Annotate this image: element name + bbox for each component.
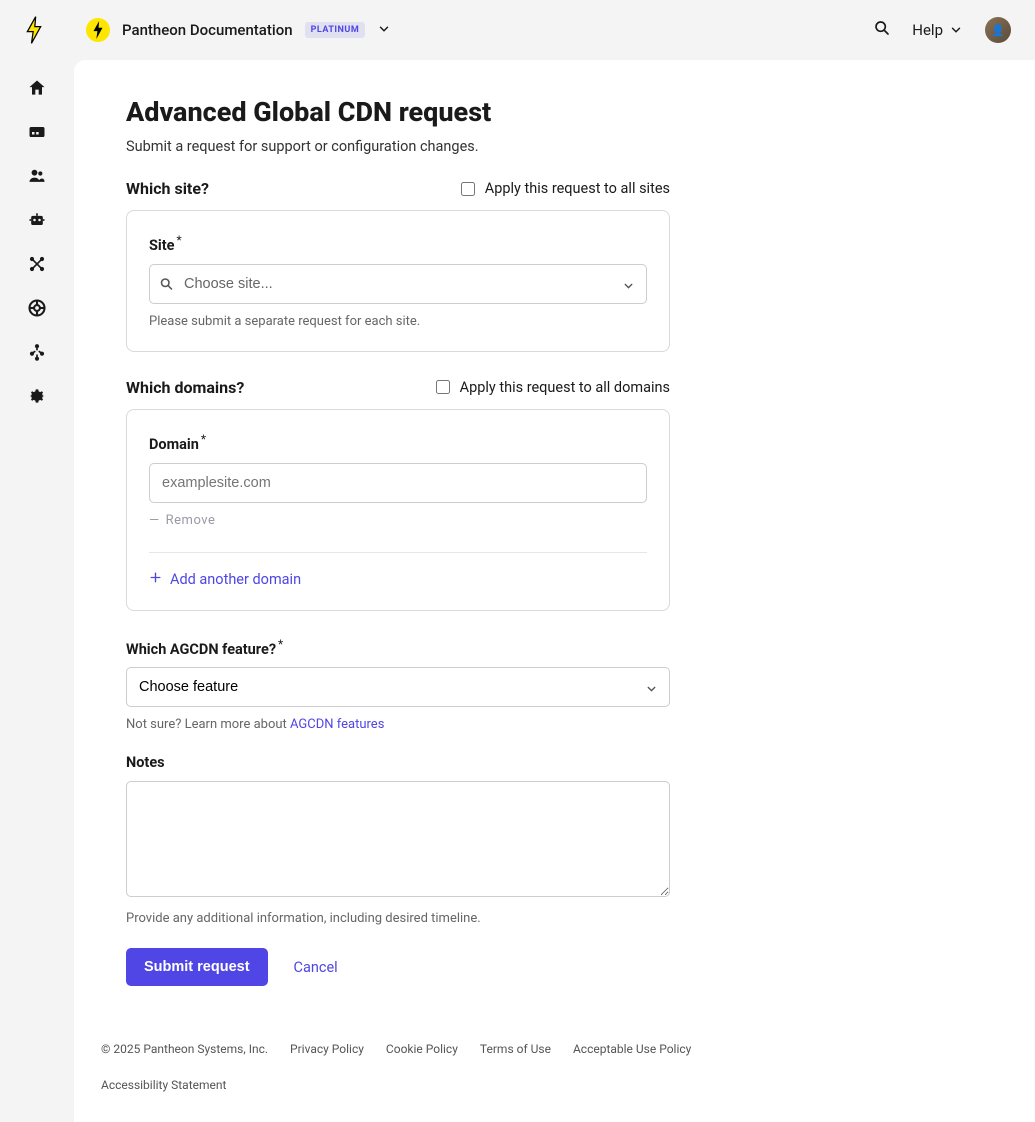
- footer-link[interactable]: Privacy Policy: [290, 1042, 364, 1056]
- workspace-switcher-chevron[interactable]: [377, 21, 391, 40]
- sidebar: [0, 60, 74, 1122]
- domain-section-heading: Which domains?: [126, 378, 244, 397]
- notes-textarea[interactable]: [126, 781, 670, 897]
- domain-field-label: Domain*: [149, 432, 647, 453]
- apply-all-domains-label: Apply this request to all domains: [460, 379, 670, 396]
- help-menu[interactable]: Help: [912, 21, 963, 39]
- footer-link[interactable]: Terms of Use: [480, 1042, 551, 1056]
- sidebar-sites[interactable]: [27, 122, 47, 142]
- apply-all-sites-label: Apply this request to all sites: [485, 180, 670, 197]
- site-help-text: Please submit a separate request for eac…: [149, 314, 647, 329]
- workspace-name[interactable]: Pantheon Documentation: [122, 21, 293, 39]
- footer: © 2025 Pantheon Systems, Inc. Privacy Po…: [101, 1042, 798, 1092]
- apply-all-domains-checkbox[interactable]: [436, 380, 450, 394]
- apply-all-sites-checkbox[interactable]: [461, 182, 475, 196]
- search-icon: [159, 276, 174, 291]
- agcdn-features-link[interactable]: AGCDN features: [290, 717, 384, 732]
- site-panel: Site* Choose site... Please submit a sep…: [126, 210, 670, 352]
- page-subtitle: Submit a request for support or configur…: [126, 138, 798, 155]
- sidebar-settings[interactable]: [27, 386, 47, 406]
- footer-link[interactable]: Cookie Policy: [386, 1042, 458, 1056]
- footer-link[interactable]: Accessibility Statement: [101, 1078, 226, 1092]
- app-logo[interactable]: [24, 16, 44, 44]
- submit-button[interactable]: Submit request: [126, 948, 268, 986]
- chevron-down-icon: [949, 23, 963, 37]
- sidebar-edge[interactable]: [27, 254, 47, 274]
- footer-link[interactable]: Acceptable Use Policy: [573, 1042, 691, 1056]
- topbar-left: Pantheon Documentation PLATINUM: [24, 16, 391, 44]
- site-select[interactable]: Choose site...: [149, 264, 647, 304]
- remove-label: Remove: [166, 513, 216, 528]
- minus-icon: —: [149, 513, 160, 528]
- sidebar-support[interactable]: [27, 298, 47, 318]
- topbar: Pantheon Documentation PLATINUM Help 👤: [0, 0, 1035, 60]
- sidebar-upstreams[interactable]: [27, 342, 47, 362]
- cancel-button[interactable]: Cancel: [294, 959, 338, 976]
- notes-field-label: Notes: [126, 754, 670, 771]
- user-avatar[interactable]: 👤: [985, 17, 1011, 43]
- sidebar-autopilot[interactable]: [27, 210, 47, 230]
- chevron-down-icon: [645, 681, 658, 694]
- copyright: © 2025 Pantheon Systems, Inc.: [101, 1042, 268, 1056]
- sidebar-team[interactable]: [27, 166, 47, 186]
- plan-badge: PLATINUM: [305, 22, 366, 38]
- site-section-heading: Which site?: [126, 179, 209, 198]
- topbar-right: Help 👤: [874, 17, 1011, 43]
- domain-input[interactable]: [149, 463, 647, 503]
- add-domain-button[interactable]: Add another domain: [149, 571, 647, 588]
- apply-all-sites-wrap[interactable]: Apply this request to all sites: [461, 180, 670, 197]
- plus-icon: [149, 571, 162, 588]
- divider: [149, 552, 647, 553]
- main-content: Advanced Global CDN request Submit a req…: [74, 60, 1035, 1122]
- workspace-logo[interactable]: [86, 18, 110, 42]
- add-domain-label: Add another domain: [170, 571, 301, 588]
- site-field-label: Site*: [149, 233, 647, 254]
- help-label: Help: [912, 21, 943, 39]
- feature-select[interactable]: Choose feature: [126, 667, 670, 707]
- chevron-down-icon: [622, 277, 635, 290]
- sidebar-home[interactable]: [27, 78, 47, 98]
- search-icon[interactable]: [874, 20, 890, 40]
- remove-domain-button[interactable]: — Remove: [149, 513, 647, 528]
- feature-help-text: Not sure? Learn more about AGCDN feature…: [126, 717, 670, 732]
- page-title: Advanced Global CDN request: [126, 96, 798, 128]
- notes-help-text: Provide any additional information, incl…: [126, 911, 670, 926]
- apply-all-domains-wrap[interactable]: Apply this request to all domains: [436, 379, 670, 396]
- feature-field-label: Which AGCDN feature?*: [126, 637, 670, 658]
- domain-panel: Domain* — Remove Add another domain: [126, 409, 670, 611]
